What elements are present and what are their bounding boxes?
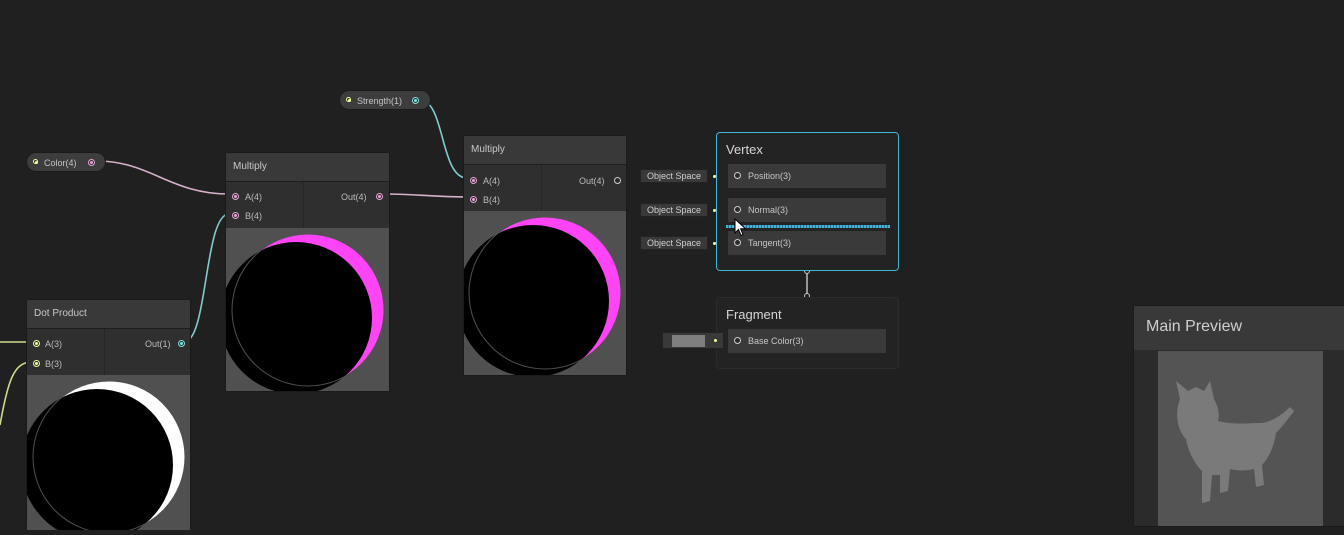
main-preview-viewport[interactable] bbox=[1158, 351, 1323, 526]
position-space-dropdown[interactable]: Object Space bbox=[640, 169, 717, 183]
main-preview-panel[interactable]: Main Preview bbox=[1133, 305, 1344, 527]
property-bullet-icon bbox=[33, 159, 38, 164]
mouse-cursor-icon bbox=[734, 218, 747, 237]
input-port-a[interactable] bbox=[232, 193, 239, 200]
input-port-b[interactable] bbox=[33, 360, 40, 367]
input-port-a[interactable] bbox=[33, 340, 40, 347]
fragment-title: Fragment bbox=[726, 307, 782, 322]
node-title: Multiply bbox=[464, 136, 626, 165]
strength-property-label: Strength(1) bbox=[357, 96, 403, 106]
fragment-block[interactable]: Fragment Base Color(3) bbox=[716, 297, 899, 369]
input-port-a[interactable] bbox=[470, 177, 477, 184]
vertex-title: Vertex bbox=[726, 142, 763, 157]
sphere-preview-image bbox=[220, 233, 385, 394]
wire-strength-to-multiply2-a bbox=[419, 99, 468, 179]
input-label-a: A(3) bbox=[45, 339, 63, 349]
input-label-b: B(4) bbox=[245, 211, 263, 221]
property-bullet-icon bbox=[346, 97, 351, 102]
drop-insertion-indicator bbox=[726, 225, 890, 228]
tangent-space-dropdown[interactable]: Object Space bbox=[640, 236, 717, 250]
output-label: Out(4) bbox=[341, 192, 367, 202]
output-port[interactable] bbox=[614, 177, 621, 184]
output-label: Out(1) bbox=[145, 339, 171, 349]
vertex-block[interactable]: Vertex Position(3) Normal(3) Tangent(3) bbox=[716, 132, 899, 271]
space-label: Object Space bbox=[647, 171, 702, 181]
position-slot[interactable]: Position(3) bbox=[728, 164, 886, 188]
input-label-b: B(3) bbox=[45, 359, 63, 369]
slot-port[interactable] bbox=[734, 337, 741, 344]
slot-port[interactable] bbox=[734, 206, 741, 213]
wire-color-to-multiply1-a bbox=[96, 160, 230, 195]
wire-multiply1-to-multiply2-b bbox=[383, 193, 468, 198]
multiply-node-1[interactable]: Multiply A(4) B(4) Out(4) bbox=[220, 152, 390, 394]
input-port-b[interactable] bbox=[232, 212, 239, 219]
slot-port[interactable] bbox=[734, 239, 741, 246]
base-color-slot[interactable]: Base Color(3) bbox=[728, 329, 886, 353]
input-label-a: A(4) bbox=[245, 192, 263, 202]
dot-product-node[interactable]: Dot Product A(3) B(3) Out(1) bbox=[21, 299, 191, 535]
node-ports: A(3) B(3) Out(1) bbox=[27, 329, 190, 375]
normal-space-dropdown[interactable]: Object Space bbox=[640, 203, 717, 217]
color-swatch bbox=[672, 335, 705, 347]
cat-preview-image bbox=[1176, 381, 1294, 503]
base-color-swatch-field[interactable] bbox=[662, 332, 724, 349]
node-preview bbox=[21, 375, 190, 535]
node-title: Dot Product bbox=[27, 300, 190, 329]
output-port[interactable] bbox=[178, 340, 185, 347]
color-property-node[interactable]: Color(4) bbox=[26, 152, 106, 172]
sphere-preview-image bbox=[21, 380, 186, 535]
sphere-preview-image bbox=[457, 216, 622, 377]
slot-label: Base Color(3) bbox=[748, 336, 804, 346]
node-ports: A(4) B(4) Out(4) bbox=[464, 165, 626, 211]
input-label-b: B(4) bbox=[483, 195, 501, 205]
tangent-slot[interactable]: Tangent(3) bbox=[728, 231, 886, 255]
main-preview-title: Main Preview bbox=[1134, 306, 1344, 350]
color-output-port[interactable] bbox=[88, 159, 95, 166]
strength-property-node[interactable]: Strength(1) bbox=[339, 90, 431, 110]
node-preview bbox=[220, 228, 389, 394]
slot-label: Position(3) bbox=[748, 171, 792, 181]
space-label: Object Space bbox=[647, 238, 702, 248]
node-preview bbox=[457, 211, 626, 377]
input-port-b[interactable] bbox=[470, 196, 477, 203]
slot-port[interactable] bbox=[734, 172, 741, 179]
input-label-a: A(4) bbox=[483, 176, 501, 186]
space-label: Object Space bbox=[647, 205, 702, 215]
output-label: Out(4) bbox=[579, 176, 605, 186]
node-title: Multiply bbox=[226, 153, 389, 182]
output-port[interactable] bbox=[376, 193, 383, 200]
normal-slot[interactable]: Normal(3) bbox=[728, 198, 886, 222]
color-property-label: Color(4) bbox=[44, 158, 77, 168]
node-ports: A(4) B(4) Out(4) bbox=[226, 182, 389, 228]
multiply-node-2[interactable]: Multiply A(4) B(4) Out(4) bbox=[457, 135, 627, 377]
strength-output-port[interactable] bbox=[412, 97, 419, 104]
slot-label: Tangent(3) bbox=[748, 238, 792, 248]
slot-label: Normal(3) bbox=[748, 205, 789, 215]
